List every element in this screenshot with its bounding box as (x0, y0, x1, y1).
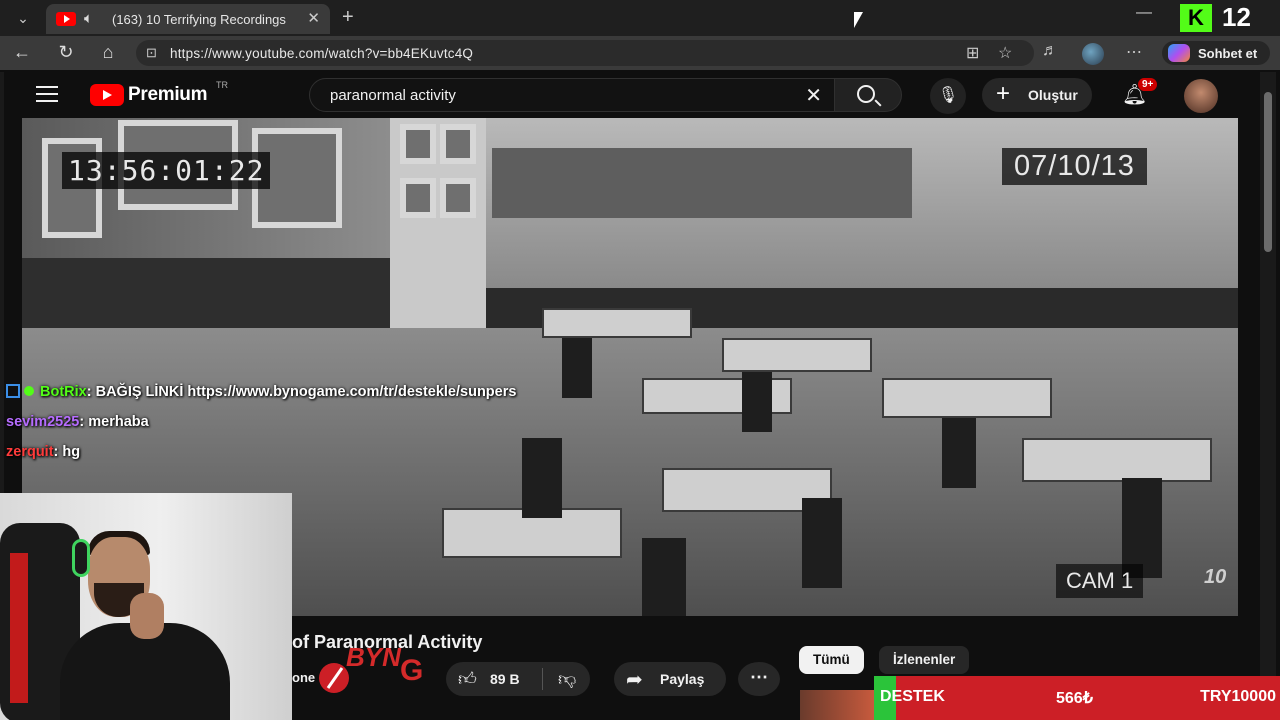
scene-chair (642, 538, 686, 616)
search-icon (857, 85, 875, 103)
url-text: https://www.youtube.com/watch?v=bb4EKuvt… (170, 46, 474, 61)
scene-picture-frame (440, 124, 476, 164)
youtube-masthead: Premium TR paranormal activity ✕ 🎙︎ + Ol… (4, 72, 1258, 118)
chat-text: : merhaba (79, 414, 149, 430)
channel-name[interactable]: one (292, 670, 315, 685)
donation-goal-bar: DESTEK 566₺ TRY10000 (874, 676, 1280, 720)
donation-goal: TRY10000 (1200, 688, 1276, 705)
voice-search-mic-icon[interactable]: 🎙︎ (930, 78, 966, 114)
tab-title: (163) 10 Terrifying Recordings (112, 12, 286, 27)
youtube-logo-icon[interactable] (90, 84, 124, 106)
chat-username: BotRix (40, 384, 87, 400)
page-scrollbar[interactable] (1260, 72, 1276, 720)
svg-text:BYN: BYN (346, 642, 402, 672)
more-actions-icon[interactable]: ⋯ (738, 662, 780, 696)
copilot-icon (1168, 44, 1190, 62)
scene-picture-frame (440, 178, 476, 218)
favorite-star-icon[interactable]: ☆ (998, 43, 1012, 63)
like-divider (542, 668, 543, 690)
mouse-cursor-icon (854, 12, 863, 28)
speaker-icon[interactable]: 🔈︎ (84, 10, 93, 27)
url-field[interactable]: ⊡ https://www.youtube.com/watch?v=bb4EKu… (136, 40, 1034, 66)
menu-hamburger-icon[interactable] (36, 86, 58, 102)
create-label: Oluştur (1028, 87, 1078, 103)
scene-chair (942, 418, 976, 488)
chat-text: : hg (53, 444, 81, 460)
close-tab-icon[interactable]: ✕ (307, 9, 320, 27)
like-thumb-icon[interactable]: 👍︎ (458, 668, 477, 690)
gaming-chair-stripe (10, 553, 28, 703)
viewer-count: 12 (1222, 2, 1251, 32)
scene-chair (742, 372, 772, 432)
reload-icon[interactable]: ↻ (54, 42, 78, 63)
minimize-icon[interactable]: — (1136, 4, 1152, 22)
chat-message: BotRix: BAĞIŞ LİNKİ https://www.bynogame… (6, 384, 516, 400)
scene-chair (522, 438, 562, 518)
channel-watermark: 10 (1204, 566, 1227, 588)
scene-chair (1122, 478, 1162, 578)
share-arrow-icon: ➦ (626, 669, 643, 691)
create-button[interactable]: + Oluştur (982, 78, 1092, 112)
donation-label: DESTEK (880, 688, 945, 705)
recommended-thumbnail[interactable] (800, 690, 874, 720)
search-input[interactable]: paranormal activity ✕ (309, 78, 835, 112)
avatar[interactable] (1184, 79, 1218, 113)
scene-table (722, 338, 872, 372)
filter-chip-watched[interactable]: İzlenenler (879, 646, 970, 674)
chat-message: zerquit: hg (6, 444, 80, 460)
scene-chair (562, 338, 592, 398)
donation-amount: 566₺ (1056, 690, 1093, 707)
notification-badge: 9+ (1138, 78, 1158, 91)
browser-tab-bar: ⌄ 🔈︎ (163) 10 Terrifying Recordings ✕ + … (0, 0, 1280, 36)
chat-message: sevim2525: merhaba (6, 414, 149, 430)
streamer-hand (130, 593, 164, 639)
filter-chip-all[interactable]: Tümü (799, 646, 864, 674)
scene-table (542, 308, 692, 338)
premium-logo-text[interactable]: Premium (128, 84, 208, 106)
more-menu-icon[interactable]: ⋯ (1126, 42, 1142, 62)
share-button[interactable]: ➦ Paylaş (614, 662, 726, 696)
extensions-icon[interactable]: ♬ (1042, 42, 1058, 60)
scene-picture-frame (400, 124, 436, 164)
reader-view-icon[interactable]: ⊞ (966, 43, 979, 63)
scene-table (1022, 438, 1212, 482)
svg-text:G: G (400, 654, 423, 687)
like-count[interactable]: 89 B (490, 671, 520, 687)
copilot-label: Sohbet et (1198, 46, 1258, 61)
search-button[interactable] (834, 78, 902, 112)
plus-icon: + (996, 80, 1011, 107)
new-tab-icon[interactable]: + (342, 6, 354, 29)
dislike-thumb-icon[interactable]: 👎︎ (558, 668, 576, 690)
scene-counter (492, 148, 912, 218)
scene-table (882, 378, 1052, 418)
chat-text: : BAĞIŞ LİNKİ https://www.bynogame.com/t… (86, 384, 517, 400)
profile-icon[interactable] (1082, 43, 1104, 65)
search-query-text: paranormal activity (330, 87, 456, 104)
home-icon[interactable]: ⌂ (96, 42, 120, 63)
browser-tab-active[interactable]: 🔈︎ (163) 10 Terrifying Recordings ✕ (46, 4, 330, 34)
like-dislike-group: 👍︎ 89 B 👎︎ (446, 662, 590, 696)
chat-username: sevim2525 (6, 414, 80, 430)
back-arrow-icon[interactable]: ← (10, 42, 34, 63)
tab-list-chevron-icon[interactable]: ⌄ (10, 6, 36, 30)
site-info-icon[interactable]: ⊡ (146, 45, 157, 61)
youtube-favicon-icon (56, 12, 76, 26)
camera-label: CAM 1 (1056, 564, 1144, 598)
copilot-button[interactable]: Sohbet et (1162, 41, 1270, 65)
verified-badge-icon (6, 384, 20, 398)
kick-logo-icon: K (1180, 4, 1212, 32)
headset-icon (72, 539, 90, 577)
streamer-webcam (0, 493, 292, 720)
scene-picture-frame (400, 178, 436, 218)
region-code: TR (216, 80, 228, 90)
share-label: Paylaş (660, 671, 705, 687)
scrollbar-thumb[interactable] (1264, 92, 1272, 252)
bot-badge-icon (24, 386, 34, 396)
scene-chair (802, 498, 842, 588)
video-date: 07/10/13 (1002, 148, 1147, 185)
chat-username: zerquit (6, 444, 54, 460)
clear-search-icon[interactable]: ✕ (805, 83, 822, 108)
bynogame-logo-icon: BYN G (319, 642, 423, 693)
video-timecode: 13:56:01:22 (62, 152, 271, 189)
